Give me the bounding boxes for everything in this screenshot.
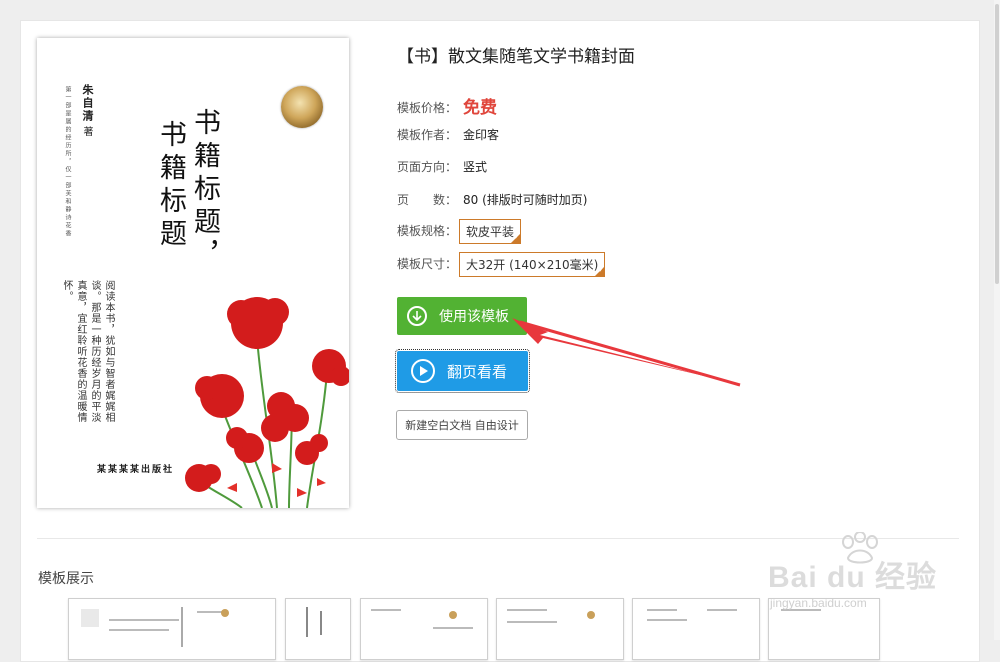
check-corner-icon: [510, 233, 522, 244]
use-template-label: 使用该模板: [439, 309, 509, 325]
thumbnail-spread-4[interactable]: [496, 598, 624, 660]
scrollbar-thumb[interactable]: [995, 4, 999, 284]
author-label: 模板作者：: [397, 128, 458, 142]
spec-row: 模板规格： 软皮平装: [397, 219, 522, 244]
pages-row: 页 数： 80 (排版时可随时加页): [397, 191, 587, 208]
watermark-logo: Bai du 经验: [768, 561, 938, 594]
spec-label: 模板规格：: [397, 224, 458, 238]
check-corner-icon: [594, 266, 606, 277]
author-row: 模板作者： 金印客: [397, 126, 499, 143]
size-label: 模板尺寸：: [397, 257, 458, 271]
orientation-row: 页面方向： 竖式: [397, 158, 487, 175]
watermark-url: jingyan.baidu.com: [770, 596, 867, 610]
cover-title-line2: 书籍标题: [155, 120, 186, 252]
play-icon: [411, 359, 435, 383]
flip-view-button[interactable]: 翻页看看: [395, 349, 530, 393]
cover-title-line1: 书籍标题，: [189, 108, 220, 273]
book-cover-preview[interactable]: 第一部是属的经历所，仅一部芙和静诗花香 朱自清 著 书籍标题， 书籍标题 阅读本…: [37, 38, 349, 508]
pages-label: 页 数：: [397, 193, 458, 207]
page-scrollbar[interactable]: [994, 0, 1000, 640]
thumbnail-spread-3[interactable]: [360, 598, 488, 660]
cover-author: 朱自清: [81, 84, 94, 123]
flip-view-label: 翻页看看: [447, 362, 508, 381]
spec-option-selected[interactable]: 软皮平装: [459, 219, 522, 244]
price-row: 模板价格： 免费: [397, 93, 497, 118]
cover-seal-image: [281, 86, 323, 128]
carnation-illustration: [185, 297, 349, 508]
price-label: 模板价格：: [397, 101, 458, 115]
download-arrow-icon: [407, 306, 427, 326]
orientation-value: 竖式: [463, 160, 488, 174]
size-option-selected[interactable]: 大32开 (140×210毫米): [459, 252, 606, 277]
cover-author-role: 著: [81, 126, 92, 136]
spec-option-label: 软皮平装: [466, 225, 515, 239]
gallery-title: 模板展示: [38, 571, 94, 587]
author-value: 金印客: [463, 128, 500, 142]
cover-quote: 阅读本书，犹如与智者娓娓相谈。那是一种历经岁月的平淡真意，宜红聆听花香的温暖情怀…: [61, 280, 114, 423]
size-row: 模板尺寸： 大32开 (140×210毫米): [397, 252, 606, 277]
template-title: 【书】散文集随笔文学书籍封面: [397, 47, 635, 66]
size-option-label: 大32开 (140×210毫米): [466, 258, 599, 272]
baidu-jingyan-watermark: Bai du 经验 jingyan.baidu.com: [762, 532, 952, 622]
thumbnail-spread-5[interactable]: [632, 598, 760, 660]
pages-value: 80 (排版时可随时加页): [463, 193, 588, 207]
price-value: 免费: [463, 98, 498, 118]
cover-publisher: 某某某某出版社: [97, 465, 175, 475]
new-blank-doc-button[interactable]: 新建空白文档 自由设计: [396, 410, 528, 440]
use-template-button[interactable]: 使用该模板: [397, 297, 527, 335]
thumbnail-spread-1[interactable]: [68, 598, 276, 660]
orientation-label: 页面方向：: [397, 160, 458, 174]
thumbnail-spread-2[interactable]: [285, 598, 351, 660]
cover-spine-note: 第一部是属的经历所，仅一部芙和静诗花香: [64, 86, 71, 238]
